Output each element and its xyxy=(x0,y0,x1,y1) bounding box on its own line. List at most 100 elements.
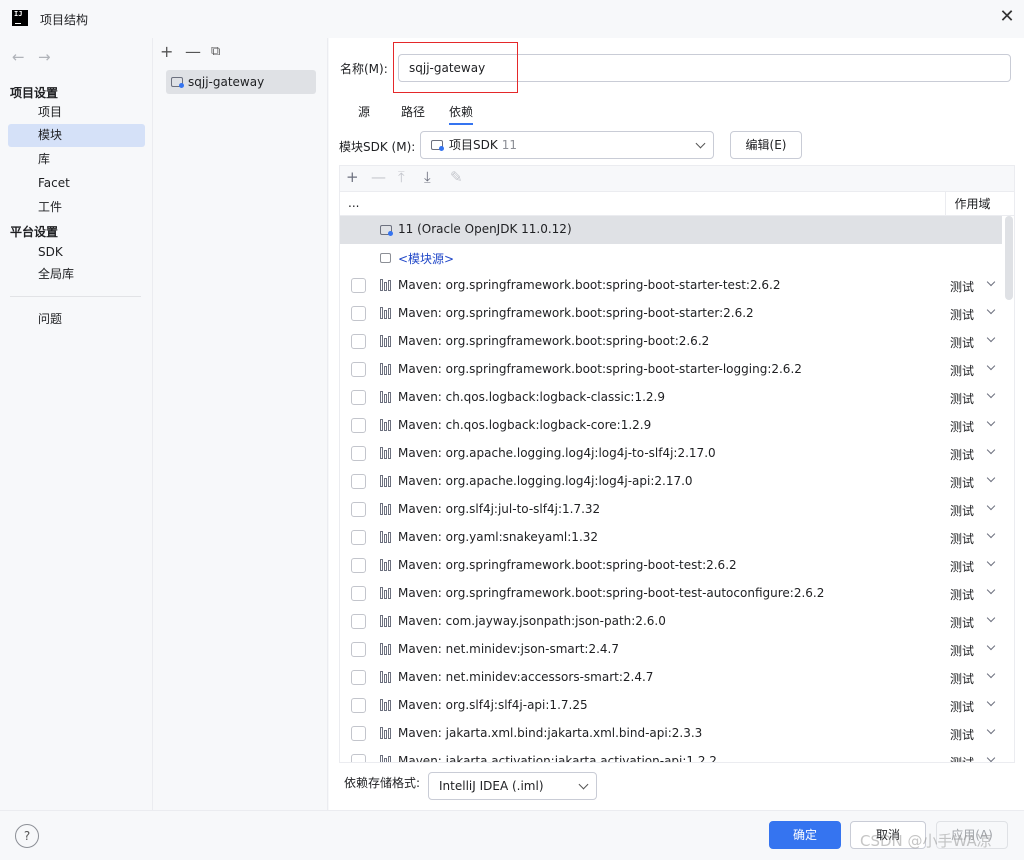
dependency-row[interactable]: Maven: org.springframework.boot:spring-b… xyxy=(340,328,1002,356)
chevron-down-icon[interactable] xyxy=(986,305,996,315)
export-checkbox[interactable] xyxy=(351,530,366,545)
scope-select[interactable]: 测试 xyxy=(950,614,974,631)
dependency-row[interactable]: Maven: org.apache.logging.log4j:log4j-ap… xyxy=(340,468,1002,496)
scope-select[interactable]: 测试 xyxy=(950,502,974,519)
module-source-row[interactable]: <模块源> xyxy=(340,244,1002,272)
scope-select[interactable]: 测试 xyxy=(950,698,974,715)
scope-select[interactable]: 测试 xyxy=(950,306,974,323)
edit-sdk-button[interactable]: 编辑(E) xyxy=(730,131,802,159)
export-checkbox[interactable] xyxy=(351,698,366,713)
export-checkbox[interactable] xyxy=(351,418,366,433)
export-checkbox[interactable] xyxy=(351,446,366,461)
remove-icon[interactable]: — xyxy=(371,168,386,186)
export-checkbox[interactable] xyxy=(351,726,366,741)
nav-item-modules[interactable]: 模块 xyxy=(8,124,145,147)
scope-select[interactable]: 测试 xyxy=(950,558,974,575)
dependency-row[interactable]: Maven: org.springframework.boot:spring-b… xyxy=(340,552,1002,580)
chevron-down-icon[interactable] xyxy=(986,529,996,539)
copy-icon[interactable]: ⧉ xyxy=(211,42,220,62)
module-item-sqjj-gateway[interactable]: sqjj-gateway xyxy=(166,70,316,94)
add-icon[interactable]: + xyxy=(346,168,359,186)
chevron-down-icon[interactable] xyxy=(986,389,996,399)
chevron-down-icon[interactable] xyxy=(986,473,996,483)
export-checkbox[interactable] xyxy=(351,586,366,601)
dependency-row[interactable]: Maven: org.springframework.boot:spring-b… xyxy=(340,300,1002,328)
chevron-down-icon[interactable] xyxy=(986,277,996,287)
module-sdk-select[interactable]: 项目SDK 11 xyxy=(420,131,714,159)
dependency-row[interactable]: Maven: org.springframework.boot:spring-b… xyxy=(340,272,1002,300)
chevron-down-icon[interactable] xyxy=(986,585,996,595)
add-icon[interactable]: + xyxy=(160,42,173,62)
jdk-row[interactable]: 11 (Oracle OpenJDK 11.0.12) xyxy=(340,216,1002,244)
dependency-row[interactable]: Maven: net.minidev:accessors-smart:2.4.7… xyxy=(340,664,1002,692)
export-checkbox[interactable] xyxy=(351,362,366,377)
dependency-row[interactable]: Maven: ch.qos.logback:logback-classic:1.… xyxy=(340,384,1002,412)
scope-select[interactable]: 测试 xyxy=(950,362,974,379)
export-checkbox[interactable] xyxy=(351,278,366,293)
export-checkbox[interactable] xyxy=(351,390,366,405)
forward-arrow-icon[interactable]: → xyxy=(38,48,51,66)
dependency-row[interactable]: Maven: org.yaml:snakeyaml:1.32 测试 xyxy=(340,524,1002,552)
chevron-down-icon[interactable] xyxy=(986,641,996,651)
export-checkbox[interactable] xyxy=(351,642,366,657)
scope-select[interactable]: 测试 xyxy=(950,446,974,463)
nav-item-libraries[interactable]: 库 xyxy=(8,148,145,171)
scope-select[interactable]: 测试 xyxy=(950,418,974,435)
chevron-down-icon[interactable] xyxy=(986,725,996,735)
chevron-down-icon[interactable] xyxy=(986,361,996,371)
scope-column-header[interactable]: 作用域 xyxy=(945,192,999,216)
dependency-row[interactable]: Maven: org.slf4j:jul-to-slf4j:1.7.32 测试 xyxy=(340,496,1002,524)
vertical-scrollbar[interactable] xyxy=(1002,216,1014,762)
export-checkbox[interactable] xyxy=(351,474,366,489)
dependency-row[interactable]: Maven: org.apache.logging.log4j:log4j-to… xyxy=(340,440,1002,468)
export-checkbox[interactable] xyxy=(351,558,366,573)
export-checkbox[interactable] xyxy=(351,334,366,349)
dependency-row[interactable]: Maven: jakarta.xml.bind:jakarta.xml.bind… xyxy=(340,720,1002,748)
chevron-down-icon[interactable] xyxy=(986,669,996,679)
nav-item-global-libraries[interactable]: 全局库 xyxy=(8,263,145,286)
export-checkbox[interactable] xyxy=(351,754,366,762)
export-checkbox[interactable] xyxy=(351,614,366,629)
chevron-down-icon[interactable] xyxy=(986,333,996,343)
export-checkbox[interactable] xyxy=(351,670,366,685)
scope-select[interactable]: 测试 xyxy=(950,390,974,407)
move-down-icon[interactable]: ⤓ xyxy=(424,168,431,186)
chevron-down-icon[interactable] xyxy=(986,445,996,455)
chevron-down-icon[interactable] xyxy=(986,417,996,427)
help-icon[interactable]: ? xyxy=(15,824,39,848)
scope-select[interactable]: 测试 xyxy=(950,278,974,295)
scope-select[interactable]: 测试 xyxy=(950,642,974,659)
scope-select[interactable]: 测试 xyxy=(950,754,974,762)
dependency-row[interactable]: Maven: org.springframework.boot:spring-b… xyxy=(340,356,1002,384)
header-column-dots[interactable]: ... xyxy=(348,196,359,210)
scope-select[interactable]: 测试 xyxy=(950,530,974,547)
close-icon[interactable]: ✕ xyxy=(996,6,1018,30)
scope-select[interactable]: 测试 xyxy=(950,586,974,603)
chevron-down-icon[interactable] xyxy=(986,557,996,567)
nav-item-project[interactable]: 项目 xyxy=(8,101,145,124)
dependency-row[interactable]: Maven: com.jayway.jsonpath:json-path:2.6… xyxy=(340,608,1002,636)
storage-format-select[interactable]: IntelliJ IDEA (.iml) xyxy=(428,772,597,800)
export-checkbox[interactable] xyxy=(351,502,366,517)
tab-sources[interactable]: 源 xyxy=(358,103,370,125)
scope-select[interactable]: 测试 xyxy=(950,334,974,351)
ok-button[interactable]: 确定 xyxy=(769,821,841,849)
dependency-row[interactable]: Maven: jakarta.activation:jakarta.activa… xyxy=(340,748,1002,762)
export-checkbox[interactable] xyxy=(351,306,366,321)
dependency-row[interactable]: Maven: ch.qos.logback:logback-core:1.2.9… xyxy=(340,412,1002,440)
nav-item-facet[interactable]: Facet xyxy=(8,172,145,195)
scope-select[interactable]: 测试 xyxy=(950,726,974,743)
nav-item-artifacts[interactable]: 工件 xyxy=(8,196,145,219)
back-arrow-icon[interactable]: ← xyxy=(12,48,25,66)
nav-item-problems[interactable]: 问题 xyxy=(8,308,145,331)
tab-dependencies[interactable]: 依赖 xyxy=(449,103,474,125)
tab-paths[interactable]: 路径 xyxy=(401,103,425,125)
chevron-down-icon[interactable] xyxy=(986,501,996,511)
scope-select[interactable]: 测试 xyxy=(950,474,974,491)
dependency-row[interactable]: Maven: org.slf4j:slf4j-api:1.7.25 测试 xyxy=(340,692,1002,720)
chevron-down-icon[interactable] xyxy=(986,753,996,762)
move-up-icon[interactable]: ⤒ xyxy=(398,168,405,186)
dependency-row[interactable]: Maven: net.minidev:json-smart:2.4.7 测试 xyxy=(340,636,1002,664)
scope-select[interactable]: 测试 xyxy=(950,670,974,687)
remove-icon[interactable]: — xyxy=(185,42,201,62)
